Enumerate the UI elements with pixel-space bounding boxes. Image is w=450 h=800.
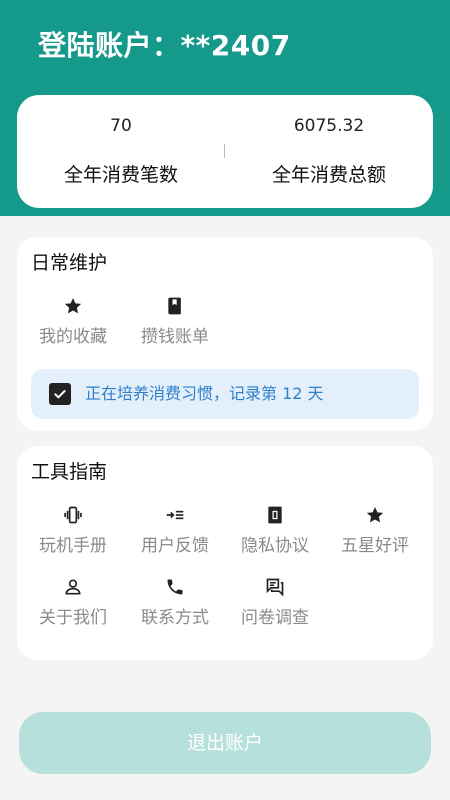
stat-total-value: 6075.32 xyxy=(293,116,365,136)
stat-total: 6075.32 全年消费总额 xyxy=(225,95,433,208)
vibration-icon xyxy=(23,502,123,528)
favorites-item[interactable]: 我的收藏 xyxy=(23,293,123,357)
tools-section-title: 工具指南 xyxy=(31,461,108,483)
checkmark-icon xyxy=(54,390,66,399)
stat-count-label: 全年消费笔数 xyxy=(63,164,178,186)
habit-banner: 正在培养消费习惯，记录第 12 天 xyxy=(31,369,419,419)
privacy-label: 隐私协议 xyxy=(241,536,309,556)
habit-checkbox[interactable] xyxy=(49,383,71,405)
rating-item[interactable]: 五星好评 xyxy=(325,502,425,566)
manual-label: 玩机手册 xyxy=(39,536,107,556)
stat-count: 70 全年消费笔数 xyxy=(17,95,225,208)
favorites-label: 我的收藏 xyxy=(39,327,107,347)
chat-icon xyxy=(225,574,325,600)
about-item[interactable]: 关于我们 xyxy=(23,574,123,638)
stat-count-value: 70 xyxy=(110,116,132,136)
phone-icon xyxy=(125,574,225,600)
feedback-icon xyxy=(125,502,225,528)
star-icon xyxy=(23,293,123,319)
savings-bill-label: 攒钱账单 xyxy=(141,327,209,347)
manual-item[interactable]: 玩机手册 xyxy=(23,502,123,566)
feedback-item[interactable]: 用户反馈 xyxy=(125,502,225,566)
contact-label: 联系方式 xyxy=(141,608,209,628)
savings-bill-item[interactable]: 攒钱账单 xyxy=(125,293,225,357)
daily-section: 日常维护 我的收藏 攒钱账单 正在培养消费习惯，记录第 12 天 xyxy=(17,237,433,431)
survey-label: 问卷调查 xyxy=(241,608,309,628)
star-icon xyxy=(325,502,425,528)
daily-section-title: 日常维护 xyxy=(31,252,108,274)
stat-total-label: 全年消费总额 xyxy=(271,164,386,186)
rating-label: 五星好评 xyxy=(341,536,409,556)
survey-item[interactable]: 问卷调查 xyxy=(225,574,325,638)
feedback-label: 用户反馈 xyxy=(141,536,209,556)
tools-section: 工具指南 玩机手册 用户反馈 隐私协议 五星好评 关于我们 联系方式 问卷调查 xyxy=(17,446,433,660)
about-label: 关于我们 xyxy=(39,608,107,628)
person-icon xyxy=(23,574,123,600)
logout-button[interactable]: 退出账户 xyxy=(19,712,431,774)
book-icon xyxy=(125,293,225,319)
privacy-item[interactable]: 隐私协议 xyxy=(225,502,325,566)
stats-card: 70 全年消费笔数 6075.32 全年消费总额 xyxy=(17,95,433,208)
contact-item[interactable]: 联系方式 xyxy=(125,574,225,638)
document-icon xyxy=(225,502,325,528)
account-title: 登陆账户：**2407 xyxy=(38,29,291,62)
habit-text: 正在培养消费习惯，记录第 12 天 xyxy=(85,384,324,403)
